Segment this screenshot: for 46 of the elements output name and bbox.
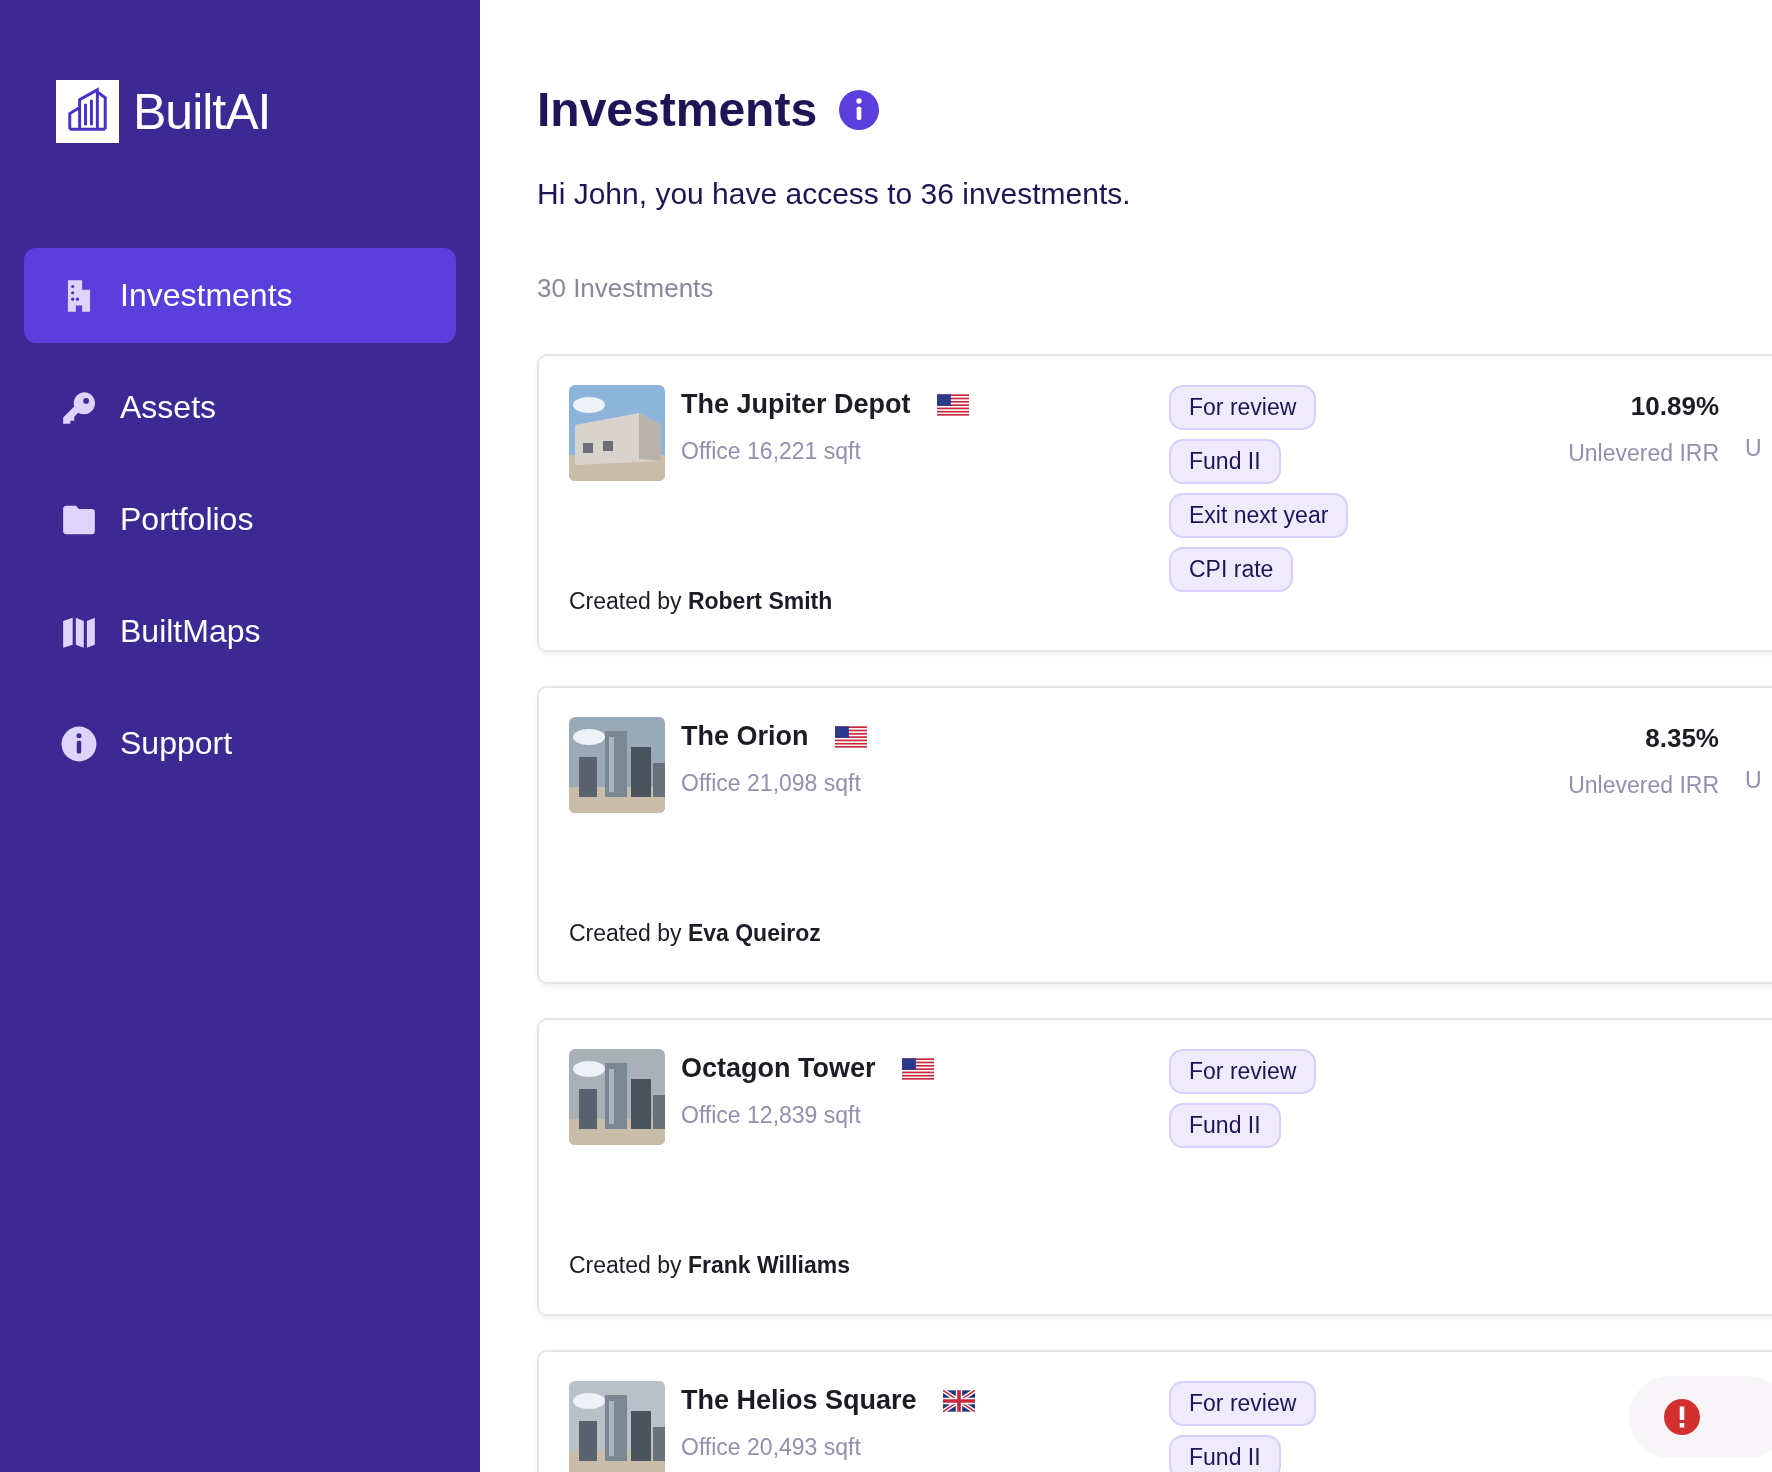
greeting-text: Hi John, you have access to 36 investments. [537,177,1132,211]
investment-subtitle: Office 20,493 sqft [681,1434,862,1461]
flag-icon [942,1389,975,1412]
metric-label: U [1745,767,1762,793]
tag: For review [1169,1381,1317,1426]
investment-name[interactable]: The Orion [681,721,809,752]
tag: Fund II [1169,1103,1281,1148]
logo-icon [56,80,119,143]
info-icon[interactable] [839,89,880,130]
sidebar-item[interactable]: Portfolios [24,472,456,567]
created-by-text: Created by Robert Smith [569,588,834,616]
sidebar-item[interactable]: BuiltMaps [24,584,456,679]
alert-icon [1664,1399,1700,1435]
metric-label: Unlevered IRR [1568,772,1719,799]
investment-card[interactable]: The Orion Office 21,098 sqft Created by Eva Queiroz 8.35% Unlevered IRR U [537,686,1772,984]
created-by-text: Created by Eva Queiroz [569,920,822,948]
investment-card[interactable]: Octagon Tower Office 12,839 sqft Created by Frank Williams For review Fund II [537,1018,1772,1316]
investment-count: 30 Investments [537,273,715,304]
flag-icon [834,725,867,748]
page-title: Investments [537,82,818,137]
flag-icon [936,393,969,416]
brand-name: BuiltAI [133,82,271,141]
metric-value: 8.35% [1645,723,1719,754]
metric-label: U [1745,435,1762,461]
tag: For review [1169,385,1317,430]
tag: CPI rate [1169,547,1294,592]
investment-subtitle: Office 16,221 sqft [681,438,862,465]
sidebar-item[interactable]: Assets [24,360,456,455]
flag-icon [901,1057,934,1080]
investment-card[interactable]: The Jupiter Depot Office 16,221 sqft Created by Robert Smith For review Fund II Exit next year CPI rate 10.89% Unlevered IRR U [537,354,1772,652]
sidebar-item[interactable]: Support [24,696,456,791]
metric-value: 10.89% [1630,391,1719,422]
tag: Fund II [1169,1435,1281,1472]
created-by-text: Created by Frank Williams [569,1252,852,1280]
alert-button[interactable] [1629,1376,1772,1458]
tag: Exit next year [1169,493,1349,538]
investment-name[interactable]: Octagon Tower [681,1053,876,1084]
tag: For review [1169,1049,1317,1094]
metric-label: Unlevered IRR [1568,440,1719,467]
investment-name[interactable]: The Jupiter Depot [681,389,911,420]
info-icon [60,724,98,763]
investment-name[interactable]: The Helios Square [681,1385,917,1416]
sidebar-item[interactable]: Investments [24,248,456,343]
investment-subtitle: Office 12,839 sqft [681,1102,862,1129]
tag: Fund II [1169,439,1281,484]
investment-subtitle: Office 21,098 sqft [681,770,862,797]
